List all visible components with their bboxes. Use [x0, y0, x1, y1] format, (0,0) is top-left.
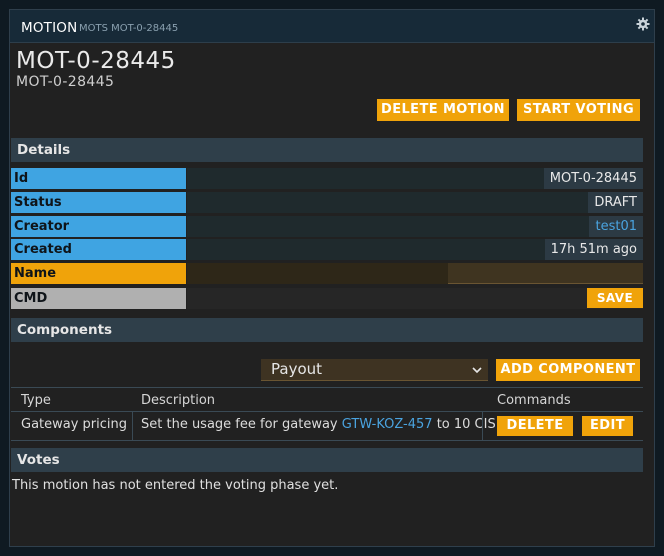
detail-row-created: 17h 51m ago — [187, 239, 643, 260]
detail-row-cmd: SAVE — [187, 288, 643, 309]
component-type-select[interactable]: Payout — [261, 359, 488, 381]
column-divider — [132, 412, 133, 440]
detail-value-created: 17h 51m ago — [544, 239, 643, 260]
component-type-selected: Payout — [271, 360, 323, 378]
save-button[interactable]: SAVE — [587, 288, 643, 308]
votes-section-header: Votes — [11, 448, 643, 472]
creator-link[interactable]: test01 — [589, 216, 643, 237]
description-text-suffix: to 10 CIS. — [432, 417, 500, 432]
name-input[interactable] — [448, 263, 643, 284]
column-header-type: Type — [21, 393, 51, 408]
detail-row-creator: test01 — [187, 216, 643, 237]
component-type-cell: Gateway pricing — [21, 417, 128, 432]
table-top-divider — [11, 387, 643, 388]
detail-label-name: Name — [11, 263, 186, 284]
window-subtitle: MOTS MOT-0-28445 — [79, 23, 179, 34]
delete-component-button[interactable]: DELETE — [497, 416, 573, 436]
detail-row-id: MOT-0-28445 — [187, 168, 643, 189]
column-header-commands: Commands — [497, 393, 571, 408]
component-description-cell: Set the usage fee for gateway GTW-KOZ-45… — [141, 417, 500, 432]
detail-row-status: DRAFT — [187, 192, 643, 213]
delete-motion-button[interactable]: DELETE MOTION — [377, 99, 509, 121]
detail-value-id: MOT-0-28445 — [543, 168, 643, 189]
detail-value-status: DRAFT — [588, 192, 643, 213]
column-header-description: Description — [141, 393, 216, 408]
table-bottom-divider — [11, 440, 643, 441]
motion-window: MOTION MOTS MOT-0-28445 MOT-0-28445 MOT-… — [9, 9, 655, 547]
detail-label-creator: Creator — [11, 216, 186, 237]
gateway-link[interactable]: GTW-KOZ-457 — [342, 417, 433, 432]
components-section-header: Components — [11, 318, 643, 342]
detail-row-name — [187, 263, 643, 284]
gear-icon[interactable] — [636, 17, 650, 31]
chevron-down-icon — [472, 367, 482, 374]
page-title: MOT-0-28445 — [16, 48, 176, 74]
detail-label-status: Status — [11, 192, 186, 213]
add-component-button[interactable]: ADD COMPONENT — [496, 359, 640, 381]
column-divider — [482, 412, 483, 440]
detail-label-cmd: CMD — [11, 288, 186, 309]
detail-label-id: Id — [11, 168, 186, 189]
detail-label-created: Created — [11, 239, 186, 260]
page-subtitle: MOT-0-28445 — [16, 74, 115, 90]
details-section-header: Details — [11, 138, 643, 162]
edit-component-button[interactable]: EDIT — [582, 416, 633, 436]
window-title: MOTION — [21, 20, 78, 36]
description-text-prefix: Set the usage fee for gateway — [141, 417, 342, 432]
votes-message: This motion has not entered the voting p… — [12, 478, 339, 493]
start-voting-button[interactable]: START VOTING — [517, 99, 640, 121]
title-bar: MOTION MOTS MOT-0-28445 — [10, 10, 654, 43]
table-header-divider — [11, 411, 643, 412]
